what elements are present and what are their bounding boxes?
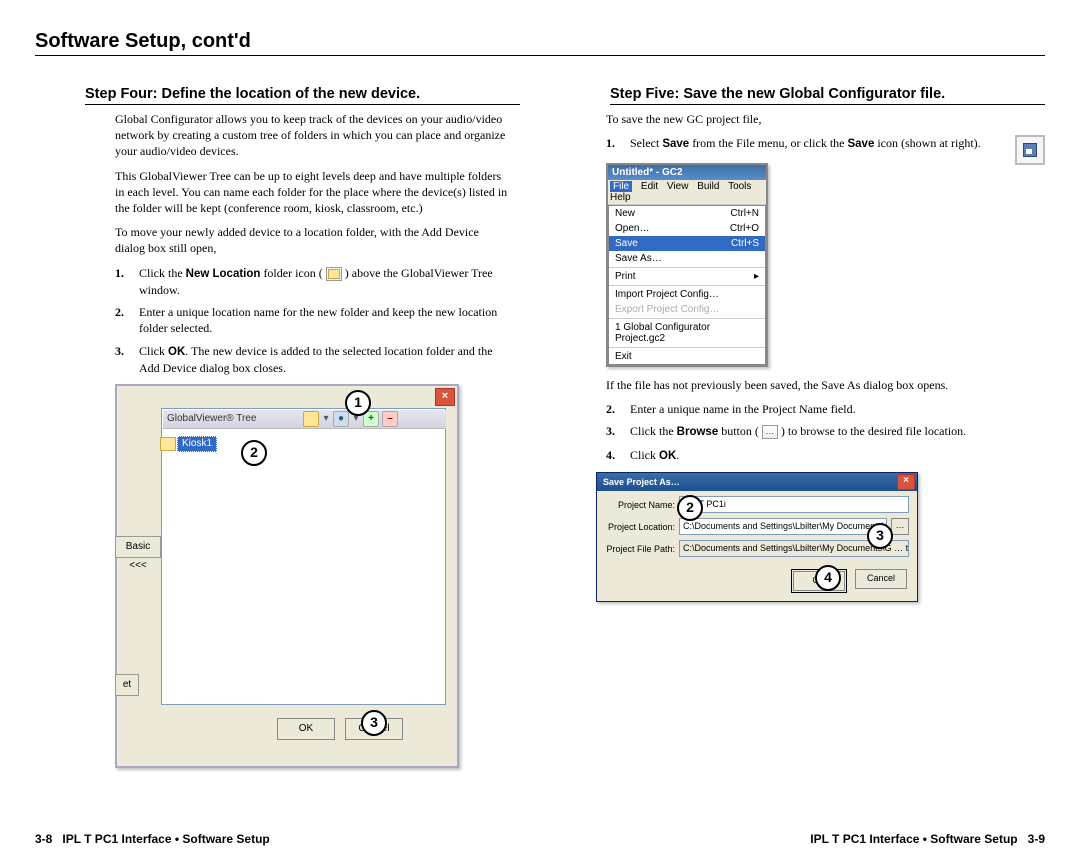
paragraph: To save the new GC project file, — [606, 111, 1035, 127]
menu-item[interactable]: Import Project Config… — [609, 287, 765, 302]
menu-item[interactable]: Print▸ — [609, 269, 765, 284]
tree-panel — [161, 408, 446, 705]
menu-item[interactable]: Exit — [609, 349, 765, 364]
save-project-dialog: Save Project As… × Project Name: IPL T P… — [596, 472, 918, 602]
page-title: Software Setup, cont'd — [35, 30, 1045, 56]
list-step: Click the New Location folder icon ( ) a… — [139, 266, 493, 298]
callout-2: 2 — [677, 495, 703, 521]
menu-view[interactable]: View — [667, 181, 689, 192]
menu-help[interactable]: Help — [610, 192, 631, 203]
browse-icon — [762, 425, 778, 439]
remove-icon[interactable]: – — [382, 411, 398, 427]
menu-edit[interactable]: Edit — [641, 181, 658, 192]
menu-item: Export Project Config… — [609, 302, 765, 317]
paragraph: Global Configurator allows you to keep t… — [115, 111, 510, 160]
new-location-icon[interactable] — [303, 411, 319, 427]
list-step: Select Save from the File menu, or click… — [630, 136, 981, 150]
list-step: Enter a unique name in the Project Name … — [630, 402, 856, 416]
globalviewer-tree-dialog: × GlobalViewer® Tree ▾ ● ▾ + – Kiosk1 Ba… — [115, 384, 459, 768]
project-location-field[interactable]: C:\Documents and Settings\Lbilter\My Doc… — [679, 518, 887, 535]
menu-build[interactable]: Build — [697, 181, 719, 192]
dropdown-icon[interactable]: ▾ — [322, 412, 330, 426]
callout-4: 4 — [815, 565, 841, 591]
file-menu-screenshot: Untitled* - GC2 File Edit View Build Too… — [606, 163, 768, 367]
dialog-title: Save Project As… — [597, 473, 917, 491]
ok-button[interactable]: OK — [277, 718, 335, 740]
browse-button[interactable]: … — [891, 518, 909, 535]
partial-button[interactable]: et — [115, 674, 139, 696]
step-four-heading: Step Four: Define the location of the ne… — [85, 86, 520, 105]
tree-item-selected[interactable]: Kiosk1 — [177, 436, 217, 452]
menu-item[interactable]: Open…Ctrl+O — [609, 221, 765, 236]
close-icon[interactable]: × — [897, 474, 915, 490]
project-path-label: Project File Path: — [605, 544, 675, 554]
menu-tools[interactable]: Tools — [728, 181, 751, 192]
cancel-button[interactable]: Cancel — [855, 569, 907, 589]
callout-3: 3 — [867, 523, 893, 549]
window-title: Untitled* - GC2 — [608, 165, 766, 180]
menubar: File Edit View Build Tools Help — [608, 180, 766, 205]
list-step: Enter a unique location name for the new… — [139, 305, 497, 335]
menu-item[interactable]: SaveCtrl+S — [609, 236, 765, 251]
menu-file[interactable]: File — [610, 181, 632, 192]
step-five-heading: Step Five: Save the new Global Configura… — [610, 86, 1045, 105]
folder-icon — [326, 267, 342, 281]
footer-left: 3-8 IPL T PC1 Interface • Software Setup — [35, 832, 270, 846]
menu-item[interactable]: NewCtrl+N — [609, 206, 765, 221]
left-column: Step Four: Define the location of the ne… — [35, 86, 520, 768]
footer-right: IPL T PC1 Interface • Software Setup 3-9 — [810, 832, 1045, 846]
paragraph: To move your newly added device to a loc… — [115, 224, 510, 256]
menu-item[interactable]: Save As… — [609, 251, 765, 266]
globe-icon[interactable]: ● — [333, 411, 349, 427]
project-name-label: Project Name: — [605, 500, 675, 510]
file-menu-dropdown: NewCtrl+NOpen…Ctrl+OSaveCtrl+SSave As… Pr… — [608, 205, 766, 365]
paragraph: If the file has not previously been save… — [606, 377, 1035, 393]
close-icon[interactable]: × — [435, 388, 455, 406]
project-location-label: Project Location: — [605, 522, 675, 532]
step-list: 1.Click the New Location folder icon ( )… — [115, 265, 510, 377]
basic-toggle-button[interactable]: Basic <<< — [115, 536, 161, 558]
right-column: Step Five: Save the new Global Configura… — [560, 86, 1045, 768]
paragraph: This GlobalViewer Tree can be up to eigh… — [115, 168, 510, 217]
menu-item[interactable]: 1 Global Configurator Project.gc2 — [609, 320, 765, 346]
list-step: Click OK. — [630, 448, 679, 462]
list-step: Click OK. The new device is added to the… — [139, 344, 493, 376]
list-step: Click the Browse button ( ) to browse to… — [630, 424, 966, 438]
project-name-field[interactable]: IPL T PC1i — [679, 496, 909, 513]
